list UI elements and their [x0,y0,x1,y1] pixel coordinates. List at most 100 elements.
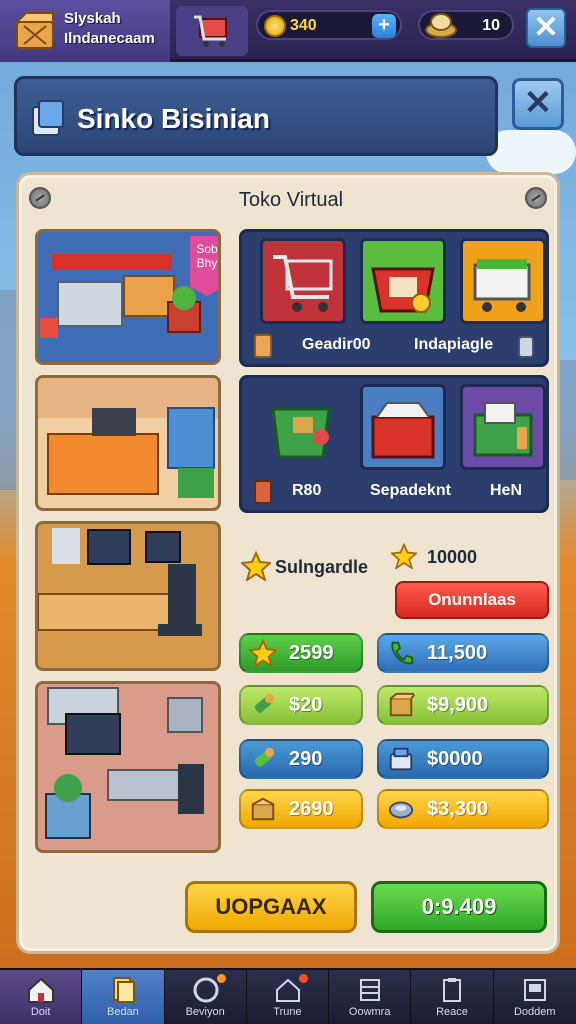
value-text: $9,900 [427,693,489,716]
computer-desk-illustration [38,528,202,636]
tile-cart-red[interactable] [260,238,346,324]
layers-icon [360,979,381,1001]
card-label-left: Geadir00 [302,336,371,353]
nav-label: Reace [436,1006,468,1018]
phone-icon [391,641,414,665]
nav-item-home[interactable]: Doit [0,970,83,1024]
coin-counter: 340 + [256,10,402,40]
value-pill[interactable]: $9,900 [377,685,549,725]
tile-cart-green[interactable] [460,238,546,324]
nav-item-bedan[interactable]: Bedan [82,970,165,1024]
document-icon [113,977,136,1003]
nav-label: Doit [30,1006,51,1018]
shopping-basket-icon [371,267,435,313]
nav-item-reace[interactable]: Reace [411,970,494,1024]
nav-item-doddem[interactable]: Doddem [494,970,576,1024]
home-icon [28,977,54,1003]
tile-bin-green[interactable] [260,384,346,470]
shopping-bag-icon [32,100,64,136]
value-pill[interactable]: 2690 [239,789,363,829]
sale-badge: Sob Bhy [190,236,218,296]
flashlight-icon [254,693,275,713]
clock-icon [193,977,219,1003]
tile-crate-green[interactable] [460,384,546,470]
scene-shop-counter[interactable]: Sob Bhy [35,229,221,365]
box-icon [251,797,275,821]
shop-card-carts: Geadir00 Indapiagle [239,229,549,367]
star-icon [249,639,277,667]
cart-button[interactable] [176,6,248,56]
confirm-button[interactable]: 0:9.409 [371,881,547,933]
value-text: $0000 [427,747,483,770]
card-label-2: Sepadeknt [370,482,451,499]
star-value: 10000 [427,547,478,567]
toggle-icon[interactable] [518,336,534,358]
scene-office-desk[interactable] [35,375,221,511]
value-pill[interactable]: 2599 [239,633,363,673]
title-panel: Sinko Bisinian [14,76,498,156]
store-panel: Toko Virtual Sob Bhy Geadir00 Indapiagle… [16,172,560,954]
bottom-nav: Doit Bedan Beviyon Trune Oowmra Reace Do… [0,968,576,1024]
brand-area: Slyskah Ilndanecaam [0,0,170,62]
value-pill[interactable]: 11,500 [377,633,549,673]
recycle-bin-icon [271,407,331,459]
value-text: $3,300 [427,797,489,820]
close-top-button[interactable]: ✕ [526,8,566,48]
page-title: Sinko Bisinian [77,103,270,134]
house-outline-icon [275,978,300,1002]
card-label-right: Indapiagle [414,336,494,353]
nav-label: Trune [273,1006,302,1018]
star-label: Sulngardle [275,557,369,577]
value-text: 2599 [289,641,334,664]
value-text: 11,500 [427,641,488,664]
scene-retail-corner[interactable] [35,681,221,853]
gem-counter: 10 [418,10,514,40]
disc-icon [388,801,414,819]
brand-line-1: Slyskah [64,10,121,27]
coin-value: 340 [290,17,317,34]
tile-box-red[interactable] [360,384,446,470]
nav-item-oowmra[interactable]: Oowmra [329,970,412,1024]
grocery-cart-icon [473,259,531,312]
nav-label: Beviyon [185,1006,225,1018]
upgrade-button[interactable]: UOPGAAX [185,881,357,933]
nav-item-beviyon[interactable]: Beviyon [165,970,247,1024]
nav-item-trune[interactable]: Trune [247,970,330,1024]
coin-icon [264,15,286,37]
cash-register-icon [389,747,413,771]
top-bar: Slyskah Ilndanecaam 340 + 10 ✕ [0,0,576,62]
wallet-icon [254,334,272,358]
scene-computer-desk[interactable] [35,521,221,671]
background-building [0,290,16,490]
retail-corner-illustration [45,687,204,839]
brand-name: Slyskah Ilndanecaam [64,9,155,49]
value-pill[interactable]: 290 [239,739,363,779]
nav-label: Oowmra [348,1006,391,1018]
close-panel-button[interactable]: ✕ [512,78,564,130]
value-text: 290 [289,747,323,770]
tool-icon [254,747,275,767]
card-label-3: HeN [490,482,523,499]
shopping-cart-icon [273,255,333,312]
treasure-pile-icon [425,13,457,38]
add-coins-button[interactable]: + [372,14,396,38]
value-pill[interactable]: $0000 [377,739,549,779]
package-icon [389,692,415,717]
shop-card-bins: R80 Sepadeknt HeN [239,375,549,513]
notification-dot [216,974,226,983]
shop-crate-icon [14,12,54,49]
red-action-button[interactable]: Onunnlaas [395,581,549,619]
value-text: 2690 [289,797,334,820]
brand-line-2: Ilndanecaam [64,30,155,47]
value-pill[interactable]: $20 [239,685,363,725]
tile-basket-red[interactable] [360,238,446,324]
star-icon [241,551,271,581]
value-pill[interactable]: $3,300 [377,789,549,829]
storage-box-icon [371,402,435,459]
card-label-1: R80 [292,482,322,499]
nav-label: Doddem [513,1006,556,1018]
value-text: $20 [289,693,323,716]
wallet-icon [254,480,272,504]
gem-value: 10 [482,17,500,34]
background-cloud [486,130,576,174]
